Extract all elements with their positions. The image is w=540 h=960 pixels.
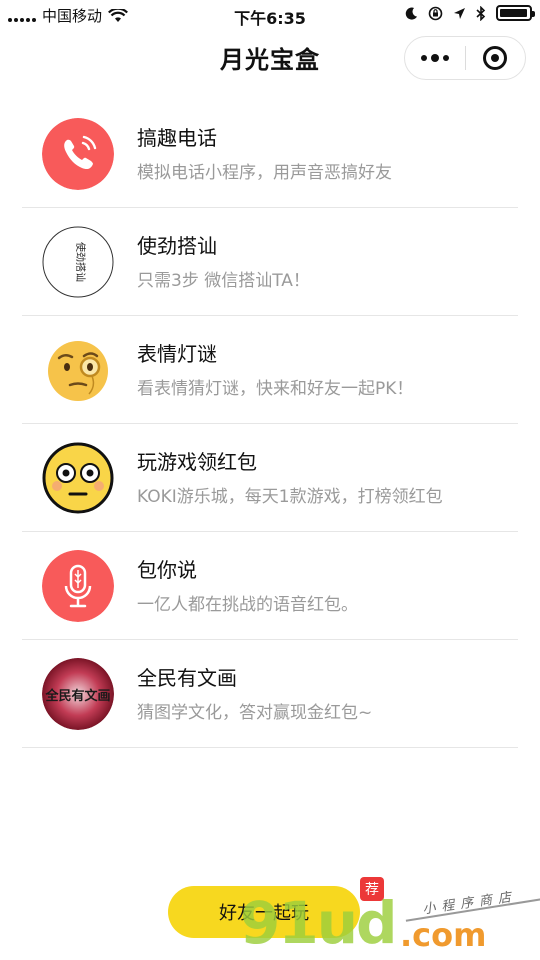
more-button[interactable] bbox=[405, 37, 465, 79]
calligraphy-icon: 使劲搭讪 bbox=[42, 226, 114, 298]
app-name: 表情灯谜 bbox=[137, 342, 217, 366]
app-description: 只需3步 微信搭讪TA！ bbox=[137, 271, 310, 291]
battery-icon bbox=[496, 5, 535, 21]
app-name: 包你说 bbox=[137, 558, 197, 582]
painting-logo-icon: 全民有文画 bbox=[42, 658, 114, 730]
status-right bbox=[405, 5, 535, 21]
target-icon bbox=[483, 46, 508, 70]
app-description: 一亿人都在挑战的语音红包。 bbox=[137, 595, 358, 615]
monocle-face-icon bbox=[42, 334, 114, 406]
app-list: 搞趣电话 模拟电话小程序，用声音恶搞好友 使劲搭讪 使劲搭讪 只需3步 微信搭讪… bbox=[22, 100, 518, 748]
close-button[interactable] bbox=[466, 37, 525, 79]
status-bar: 中国移动 下午6:35 bbox=[0, 0, 540, 30]
play-with-friends-button[interactable]: 好友一起玩 bbox=[168, 886, 360, 938]
list-item[interactable]: 包你说 一亿人都在挑战的语音红包。 bbox=[22, 532, 518, 640]
app-name: 玩游戏领红包 bbox=[137, 450, 257, 474]
phone-icon bbox=[42, 118, 114, 190]
dizzy-face-icon bbox=[42, 442, 114, 514]
microphone-icon bbox=[42, 550, 114, 622]
app-description: 看表情猜灯谜，快来和好友一起PK！ bbox=[137, 379, 414, 399]
app-name: 使劲搭讪 bbox=[137, 234, 217, 258]
app-name: 全民有文画 bbox=[137, 666, 237, 690]
list-item[interactable]: 搞趣电话 模拟电话小程序，用声音恶搞好友 bbox=[22, 100, 518, 208]
list-item[interactable]: 表情灯谜 看表情猜灯谜，快来和好友一起PK！ bbox=[22, 316, 518, 424]
orientation-lock-icon bbox=[428, 6, 443, 20]
app-description: 模拟电话小程序，用声音恶搞好友 bbox=[137, 163, 392, 183]
watermark-domain: .com bbox=[400, 916, 487, 954]
list-item[interactable]: 全民有文画 全民有文画 猜图学文化，答对赢现金红包~ bbox=[22, 640, 518, 748]
app-description: 猜图学文化，答对赢现金红包~ bbox=[137, 703, 373, 723]
list-item[interactable]: 玩游戏领红包 KOKI游乐城，每天1款游戏，打榜领红包 bbox=[22, 424, 518, 532]
location-icon bbox=[454, 7, 465, 19]
watermark-tagline: 小程序商店 bbox=[421, 889, 518, 918]
calligraphy-text: 使劲搭讪 bbox=[74, 242, 87, 282]
painting-logo-text: 全民有文画 bbox=[44, 688, 110, 704]
more-dot-icon bbox=[431, 54, 439, 62]
app-name: 搞趣电话 bbox=[137, 126, 217, 150]
capsule-menu bbox=[404, 36, 526, 80]
battery-level bbox=[500, 9, 527, 17]
list-item[interactable]: 使劲搭讪 使劲搭讪 只需3步 微信搭讪TA！ bbox=[22, 208, 518, 316]
watermark-divider bbox=[405, 896, 540, 922]
moon-icon bbox=[405, 7, 417, 20]
recommend-badge: 荐 bbox=[360, 877, 384, 901]
more-dot-icon bbox=[421, 55, 427, 61]
more-dot-icon bbox=[443, 55, 449, 61]
bluetooth-icon bbox=[476, 5, 486, 21]
app-description: KOKI游乐城，每天1款游戏，打榜领红包 bbox=[137, 487, 443, 507]
